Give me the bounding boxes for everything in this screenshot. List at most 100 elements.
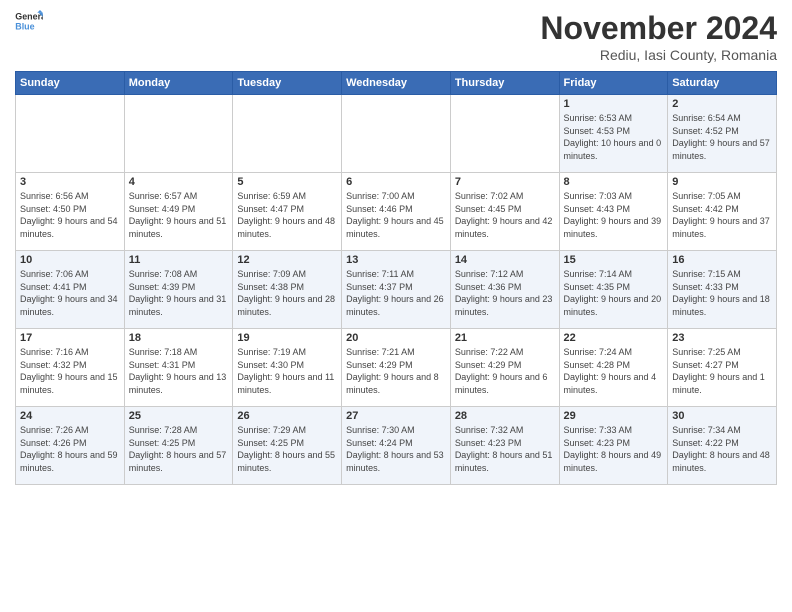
calendar-cell bbox=[342, 95, 451, 173]
calendar-cell: 18 Sunrise: 7:18 AM Sunset: 4:31 PM Dayli… bbox=[124, 329, 233, 407]
col-sunday: Sunday bbox=[16, 72, 125, 95]
calendar-cell: 22 Sunrise: 7:24 AM Sunset: 4:28 PM Dayli… bbox=[559, 329, 668, 407]
day-number: 30 bbox=[672, 410, 772, 422]
day-number: 28 bbox=[455, 410, 555, 422]
calendar-cell: 24Sunrise: 7:26 AM Sunset: 4:26 PM Dayli… bbox=[16, 407, 125, 485]
day-info: Sunrise: 7:12 AM Sunset: 4:36 PM Dayligh… bbox=[455, 268, 555, 318]
day-number: 11 bbox=[129, 254, 229, 266]
calendar-cell bbox=[16, 95, 125, 173]
calendar-cell bbox=[124, 95, 233, 173]
calendar-cell: 12 Sunrise: 7:09 AM Sunset: 4:38 PM Dayli… bbox=[233, 251, 342, 329]
day-number: 24 bbox=[20, 410, 120, 422]
day-info: Sunrise: 7:29 AM Sunset: 4:25 PM Dayligh… bbox=[237, 424, 337, 474]
calendar-cell: 2 Sunrise: 6:54 AM Sunset: 4:52 PM Daylig… bbox=[668, 95, 777, 173]
calendar-cell: 16 Sunrise: 7:15 AM Sunset: 4:33 PM Dayli… bbox=[668, 251, 777, 329]
day-info: Sunrise: 7:25 AM Sunset: 4:27 PM Dayligh… bbox=[672, 346, 772, 396]
day-info: Sunrise: 7:08 AM Sunset: 4:39 PM Dayligh… bbox=[129, 268, 229, 318]
day-number: 1 bbox=[564, 98, 664, 110]
day-number: 25 bbox=[129, 410, 229, 422]
col-saturday: Saturday bbox=[668, 72, 777, 95]
day-info: Sunrise: 7:11 AM Sunset: 4:37 PM Dayligh… bbox=[346, 268, 446, 318]
calendar-cell: 7 Sunrise: 7:02 AM Sunset: 4:45 PM Daylig… bbox=[450, 173, 559, 251]
day-number: 21 bbox=[455, 332, 555, 344]
main-title: November 2024 bbox=[540, 10, 777, 47]
day-number: 18 bbox=[129, 332, 229, 344]
day-info: Sunrise: 7:24 AM Sunset: 4:28 PM Dayligh… bbox=[564, 346, 664, 396]
day-info: Sunrise: 7:21 AM Sunset: 4:29 PM Dayligh… bbox=[346, 346, 446, 396]
day-info: Sunrise: 6:54 AM Sunset: 4:52 PM Dayligh… bbox=[672, 112, 772, 162]
calendar-cell: 4Sunrise: 6:57 AM Sunset: 4:49 PM Daylig… bbox=[124, 173, 233, 251]
day-number: 17 bbox=[20, 332, 120, 344]
col-thursday: Thursday bbox=[450, 72, 559, 95]
day-number: 15 bbox=[564, 254, 664, 266]
col-monday: Monday bbox=[124, 72, 233, 95]
day-number: 16 bbox=[672, 254, 772, 266]
calendar-cell: 20Sunrise: 7:21 AM Sunset: 4:29 PM Dayli… bbox=[342, 329, 451, 407]
day-info: Sunrise: 7:18 AM Sunset: 4:31 PM Dayligh… bbox=[129, 346, 229, 396]
calendar-cell: 28Sunrise: 7:32 AM Sunset: 4:23 PM Dayli… bbox=[450, 407, 559, 485]
calendar-cell: 21 Sunrise: 7:22 AM Sunset: 4:29 PM Dayli… bbox=[450, 329, 559, 407]
header-area: General Blue November 2024 Rediu, Iasi C… bbox=[15, 10, 777, 63]
day-number: 5 bbox=[237, 176, 337, 188]
header-row: Sunday Monday Tuesday Wednesday Thursday… bbox=[16, 72, 777, 95]
day-info: Sunrise: 7:19 AM Sunset: 4:30 PM Dayligh… bbox=[237, 346, 337, 396]
calendar-cell: 19 Sunrise: 7:19 AM Sunset: 4:30 PM Dayli… bbox=[233, 329, 342, 407]
calendar-cell: 14Sunrise: 7:12 AM Sunset: 4:36 PM Dayli… bbox=[450, 251, 559, 329]
day-number: 29 bbox=[564, 410, 664, 422]
calendar-cell bbox=[450, 95, 559, 173]
calendar-cell bbox=[233, 95, 342, 173]
week-row-1: 1 Sunrise: 6:53 AM Sunset: 4:53 PM Daylig… bbox=[16, 95, 777, 173]
day-info: Sunrise: 7:22 AM Sunset: 4:29 PM Dayligh… bbox=[455, 346, 555, 396]
logo: General Blue bbox=[15, 10, 43, 32]
day-number: 13 bbox=[346, 254, 446, 266]
title-area: November 2024 Rediu, Iasi County, Romani… bbox=[540, 10, 777, 63]
day-number: 9 bbox=[672, 176, 772, 188]
col-wednesday: Wednesday bbox=[342, 72, 451, 95]
calendar-cell: 17 Sunrise: 7:16 AM Sunset: 4:32 PM Dayli… bbox=[16, 329, 125, 407]
day-number: 8 bbox=[564, 176, 664, 188]
day-info: Sunrise: 6:53 AM Sunset: 4:53 PM Dayligh… bbox=[564, 112, 664, 162]
day-info: Sunrise: 7:34 AM Sunset: 4:22 PM Dayligh… bbox=[672, 424, 772, 474]
day-info: Sunrise: 7:05 AM Sunset: 4:42 PM Dayligh… bbox=[672, 190, 772, 240]
day-number: 4 bbox=[129, 176, 229, 188]
day-info: Sunrise: 7:33 AM Sunset: 4:23 PM Dayligh… bbox=[564, 424, 664, 474]
day-info: Sunrise: 7:02 AM Sunset: 4:45 PM Dayligh… bbox=[455, 190, 555, 240]
logo-icon: General Blue bbox=[15, 10, 43, 32]
calendar-table: Sunday Monday Tuesday Wednesday Thursday… bbox=[15, 71, 777, 485]
calendar-cell: 3Sunrise: 6:56 AM Sunset: 4:50 PM Daylig… bbox=[16, 173, 125, 251]
day-number: 10 bbox=[20, 254, 120, 266]
calendar-cell: 10Sunrise: 7:06 AM Sunset: 4:41 PM Dayli… bbox=[16, 251, 125, 329]
calendar-cell: 8 Sunrise: 7:03 AM Sunset: 4:43 PM Daylig… bbox=[559, 173, 668, 251]
day-number: 27 bbox=[346, 410, 446, 422]
calendar-cell: 13 Sunrise: 7:11 AM Sunset: 4:37 PM Dayli… bbox=[342, 251, 451, 329]
day-number: 6 bbox=[346, 176, 446, 188]
day-number: 3 bbox=[20, 176, 120, 188]
day-number: 19 bbox=[237, 332, 337, 344]
calendar-cell: 9 Sunrise: 7:05 AM Sunset: 4:42 PM Daylig… bbox=[668, 173, 777, 251]
calendar-cell: 15 Sunrise: 7:14 AM Sunset: 4:35 PM Dayli… bbox=[559, 251, 668, 329]
calendar-cell: 26Sunrise: 7:29 AM Sunset: 4:25 PM Dayli… bbox=[233, 407, 342, 485]
day-info: Sunrise: 7:15 AM Sunset: 4:33 PM Dayligh… bbox=[672, 268, 772, 318]
calendar-cell: 23Sunrise: 7:25 AM Sunset: 4:27 PM Dayli… bbox=[668, 329, 777, 407]
calendar-cell: 27 Sunrise: 7:30 AM Sunset: 4:24 PM Dayli… bbox=[342, 407, 451, 485]
day-info: Sunrise: 7:09 AM Sunset: 4:38 PM Dayligh… bbox=[237, 268, 337, 318]
week-row-3: 10Sunrise: 7:06 AM Sunset: 4:41 PM Dayli… bbox=[16, 251, 777, 329]
main-container: General Blue November 2024 Rediu, Iasi C… bbox=[0, 0, 792, 493]
calendar-cell: 1 Sunrise: 6:53 AM Sunset: 4:53 PM Daylig… bbox=[559, 95, 668, 173]
day-info: Sunrise: 7:28 AM Sunset: 4:25 PM Dayligh… bbox=[129, 424, 229, 474]
day-number: 7 bbox=[455, 176, 555, 188]
svg-text:Blue: Blue bbox=[15, 21, 34, 31]
col-friday: Friday bbox=[559, 72, 668, 95]
week-row-4: 17 Sunrise: 7:16 AM Sunset: 4:32 PM Dayli… bbox=[16, 329, 777, 407]
day-number: 22 bbox=[564, 332, 664, 344]
day-info: Sunrise: 7:16 AM Sunset: 4:32 PM Dayligh… bbox=[20, 346, 120, 396]
day-info: Sunrise: 7:14 AM Sunset: 4:35 PM Dayligh… bbox=[564, 268, 664, 318]
calendar-cell: 5Sunrise: 6:59 AM Sunset: 4:47 PM Daylig… bbox=[233, 173, 342, 251]
week-row-2: 3Sunrise: 6:56 AM Sunset: 4:50 PM Daylig… bbox=[16, 173, 777, 251]
day-info: Sunrise: 7:00 AM Sunset: 4:46 PM Dayligh… bbox=[346, 190, 446, 240]
day-info: Sunrise: 7:03 AM Sunset: 4:43 PM Dayligh… bbox=[564, 190, 664, 240]
svg-text:General: General bbox=[15, 12, 43, 22]
day-info: Sunrise: 7:30 AM Sunset: 4:24 PM Dayligh… bbox=[346, 424, 446, 474]
day-number: 12 bbox=[237, 254, 337, 266]
day-number: 2 bbox=[672, 98, 772, 110]
